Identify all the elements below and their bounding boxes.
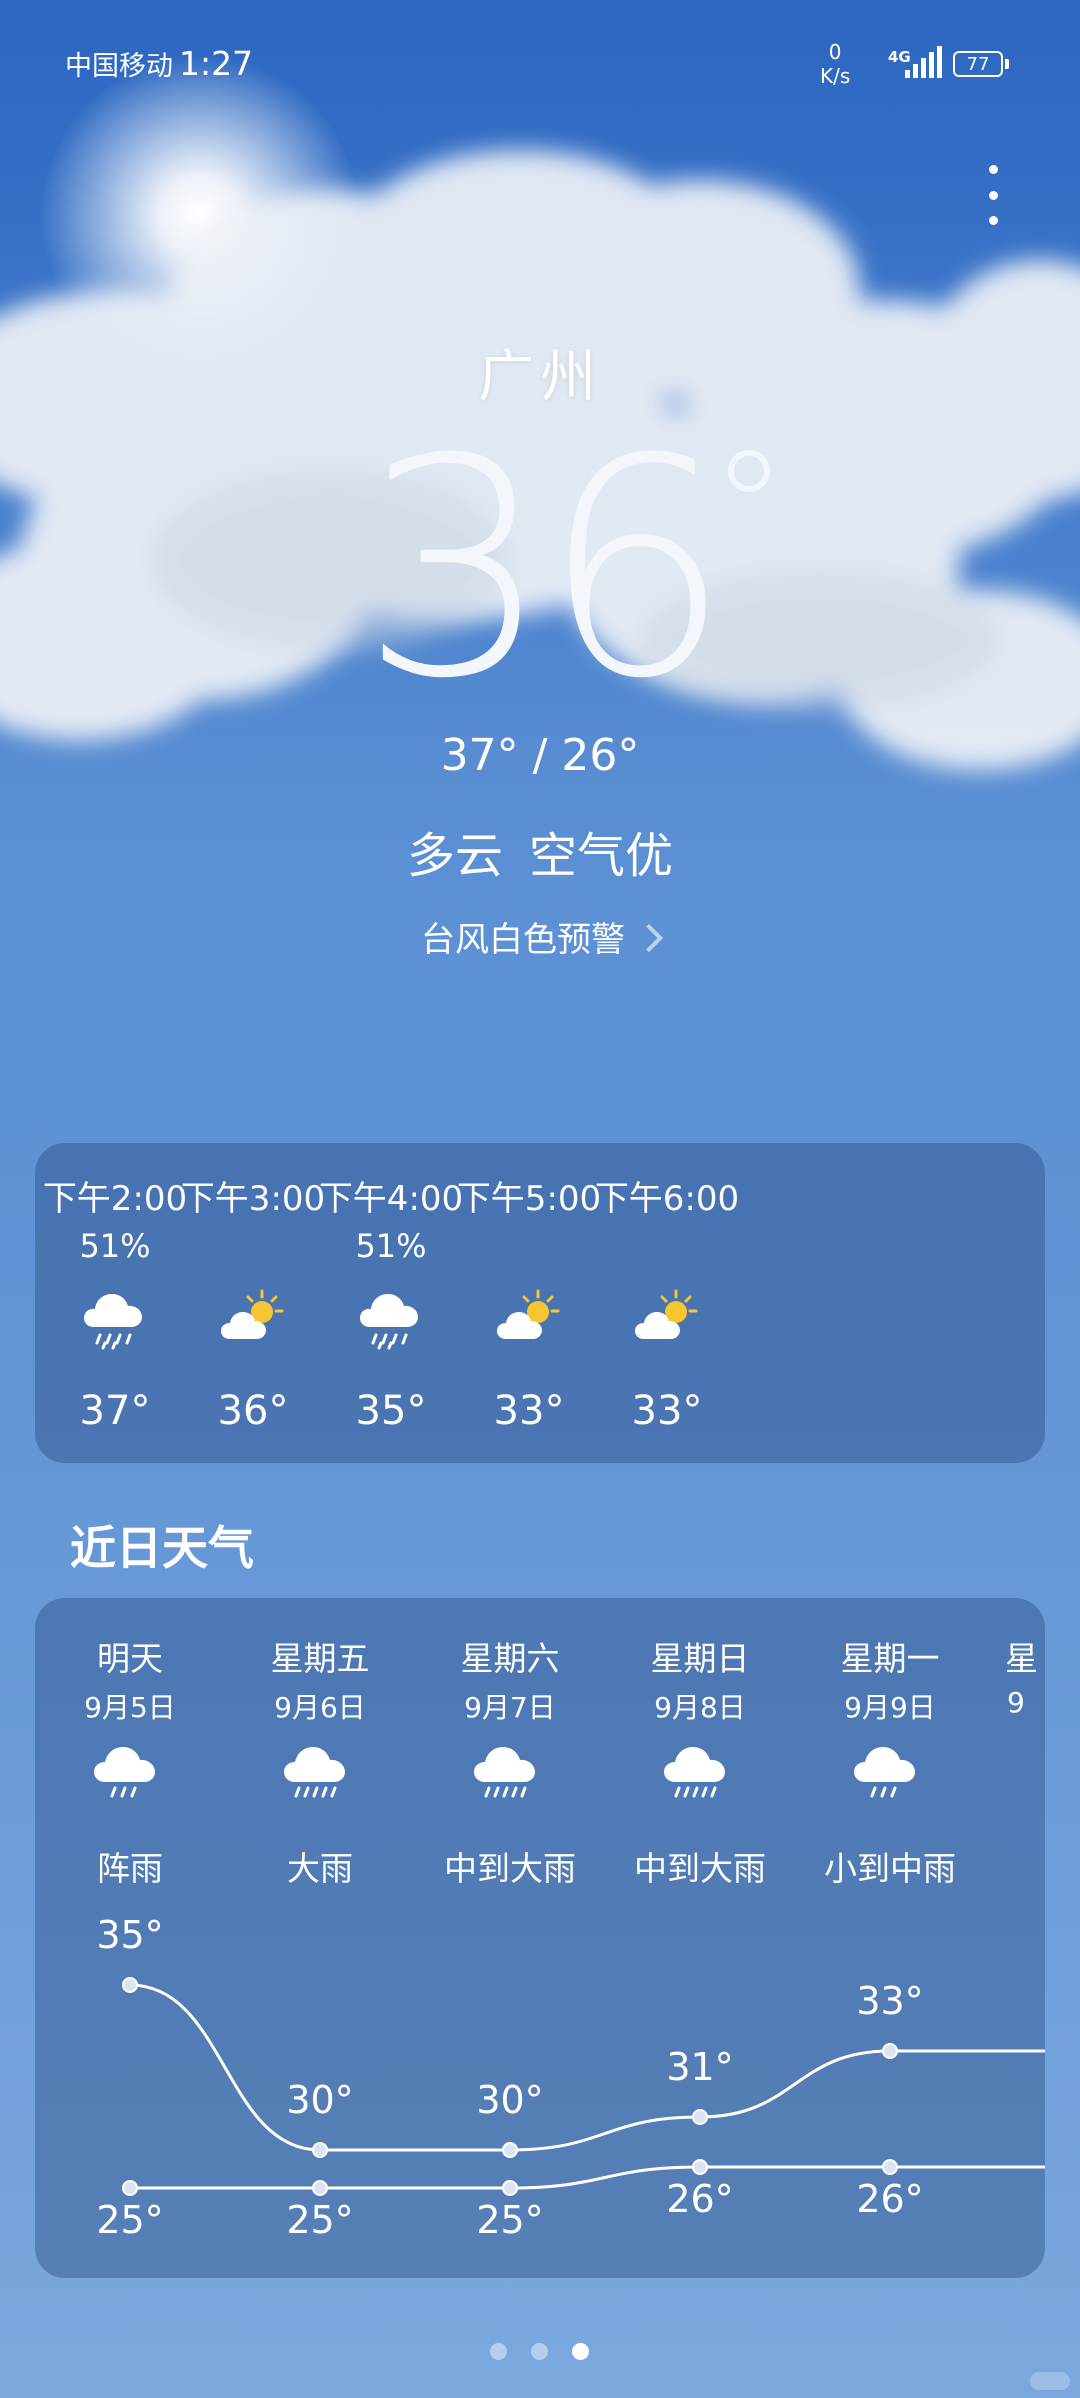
day-name: 星: [1005, 1639, 1038, 1678]
precip-chance: 51%: [79, 1227, 151, 1265]
low-temperature-point: [502, 2180, 518, 2196]
low-temperature-point: [882, 2159, 898, 2175]
day-name: 星期五: [270, 1639, 370, 1678]
day-name: 明天: [97, 1639, 163, 1678]
network-speed-unit: K/s: [820, 64, 851, 88]
day-date: 9月7日: [464, 1691, 556, 1724]
low-temperature-point: [122, 2180, 138, 2196]
hour-time: 下午2:00: [42, 1179, 188, 1219]
hour-temperature: 33°: [493, 1388, 565, 1434]
day-date: 9月8日: [654, 1691, 746, 1724]
network-speed: 0 K/s: [820, 40, 850, 88]
day-date: 9月9日: [844, 1691, 936, 1724]
hour-temperature: 36°: [217, 1388, 289, 1434]
day-name: 星期日: [650, 1639, 750, 1678]
day-weather: 中到大雨: [634, 1849, 766, 1888]
day-date: 9月5日: [84, 1691, 176, 1724]
hour-time: 下午4:00: [318, 1179, 464, 1219]
high-temperature-label: 35°: [96, 1913, 164, 1957]
heavy-rain-icon: [284, 1747, 345, 1798]
daily-forecast-card[interactable]: 明天 9月5日 阵雨 星期五 9月6日 大雨 星期六 9月7日 中到大雨 星期日…: [35, 1598, 1045, 2278]
high-temperature-point: [122, 1977, 138, 1993]
low-temperature-label: 25°: [476, 2198, 544, 2242]
day-date: 9月6日: [274, 1691, 366, 1724]
rain-cloud-icon: [360, 1294, 418, 1350]
rain-cloud-icon: [94, 1747, 155, 1798]
low-temperature-label: 26°: [856, 2177, 924, 2221]
network-speed-value: 0: [828, 40, 842, 64]
clock: 1:27: [179, 44, 254, 83]
weather-condition: 多云: [406, 828, 503, 884]
low-temperature-label: 25°: [96, 2198, 164, 2242]
day-weather: 阵雨: [97, 1849, 163, 1888]
day-weather: 中到大雨: [444, 1849, 576, 1888]
condition-line: 多云 空气优: [0, 816, 1080, 886]
partly-sunny-icon: [221, 1289, 284, 1339]
day-name: 星期六: [460, 1639, 560, 1678]
carrier-time: 中国移动 1:27: [65, 44, 253, 83]
typhoon-alert-link[interactable]: 台风白色预警: [0, 912, 1080, 961]
hour-time: 下午6:00: [594, 1179, 740, 1219]
page-indicator[interactable]: [490, 2343, 589, 2360]
rain-cloud-icon: [84, 1294, 142, 1350]
partly-sunny-icon: [635, 1289, 698, 1339]
battery-icon: 77: [953, 51, 1009, 77]
hour-temperature: 35°: [355, 1388, 427, 1434]
high-temperature-label: 33°: [856, 1979, 924, 2023]
high-temperature-label: 30°: [476, 2078, 544, 2122]
low-temperature-point: [312, 2180, 328, 2196]
low-temperature-label: 26°: [666, 2177, 734, 2221]
watermark: [1030, 2372, 1070, 2390]
signal-icon: [905, 44, 943, 78]
daily-section-title: 近日天气: [70, 1521, 254, 1575]
alert-text: 台风白色预警: [421, 920, 625, 960]
current-temperature: 36: [360, 395, 732, 744]
day-weather: 大雨: [287, 1849, 353, 1888]
high-temperature-label: 30°: [286, 2078, 354, 2122]
hourly-forecast-card[interactable]: 下午2:00 51% 37° 下午3:00 36° 下午4:00 51% 35°…: [35, 1143, 1045, 1463]
air-quality[interactable]: 空气优: [529, 828, 673, 884]
low-temperature-label: 25°: [286, 2198, 354, 2242]
rain-cloud-icon: [854, 1747, 915, 1798]
heavy-rain-icon: [664, 1747, 725, 1798]
heavy-rain-icon: [474, 1747, 535, 1798]
high-temperature-point: [882, 2043, 898, 2059]
high-low-temperature: 37° / 26°: [440, 730, 640, 781]
hour-time: 下午3:00: [180, 1179, 326, 1219]
hour-time: 下午5:00: [456, 1179, 602, 1219]
low-temperature-point: [692, 2159, 708, 2175]
page-dot-active[interactable]: [572, 2343, 589, 2360]
page-dot[interactable]: [490, 2343, 507, 2360]
hour-temperature: 33°: [631, 1388, 703, 1434]
battery-level: 77: [966, 53, 990, 75]
precip-chance: 51%: [355, 1227, 427, 1265]
day-weather: 小到中雨: [824, 1849, 956, 1888]
high-temperature-label: 31°: [666, 2045, 734, 2089]
day-date: 9: [1007, 1686, 1025, 1719]
degree-symbol: [728, 450, 770, 492]
carrier-name: 中国移动: [65, 51, 173, 82]
high-temperature-point: [502, 2142, 518, 2158]
high-temperature-point: [312, 2142, 328, 2158]
day-name: 星期一: [840, 1639, 940, 1678]
status-bar: 中国移动 1:27 0 K/s 4G 77: [0, 0, 1080, 130]
page-dot[interactable]: [531, 2343, 548, 2360]
chevron-right-icon: [634, 923, 664, 953]
more-menu-icon[interactable]: [985, 165, 1001, 225]
partly-sunny-icon: [497, 1289, 560, 1339]
high-temperature-point: [692, 2109, 708, 2125]
hour-temperature: 37°: [79, 1388, 151, 1434]
